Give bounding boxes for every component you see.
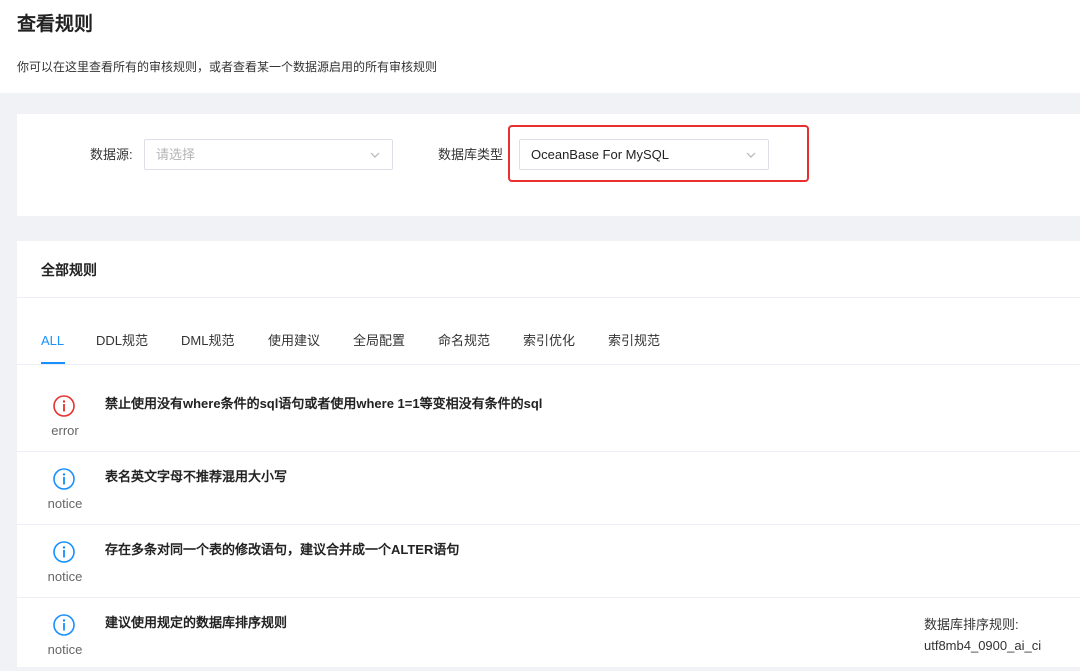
rule-row: notice 存在多条对同一个表的修改语句，建议合并成一个ALTER语句 xyxy=(17,525,1080,598)
chevron-down-icon xyxy=(370,152,380,158)
collation-label: 数据库排序规则: xyxy=(924,617,1019,632)
rule-description: 禁止使用没有where条件的sql语句或者使用where 1=1等变相没有条件的… xyxy=(105,396,543,411)
dbtype-label: 数据库类型 xyxy=(438,147,504,162)
datasource-select[interactable]: 请选择 xyxy=(144,139,393,170)
divider xyxy=(17,364,1080,365)
tab-global-config[interactable]: 全局配置 xyxy=(353,331,405,351)
rule-level: notice xyxy=(47,569,83,584)
dbtype-value: OceanBase For MySQL xyxy=(531,147,669,162)
page-title: 查看规则 xyxy=(17,14,94,35)
tab-naming[interactable]: 命名规范 xyxy=(438,331,490,351)
datasource-placeholder: 请选择 xyxy=(156,147,196,162)
rule-description: 存在多条对同一个表的修改语句，建议合并成一个ALTER语句 xyxy=(105,542,460,557)
rule-category-tabs: ALL DDL规范 DML规范 使用建议 全局配置 命名规范 索引优化 索引规范 xyxy=(41,331,1080,365)
rule-level: error xyxy=(51,423,79,438)
datasource-label: 数据源: xyxy=(90,147,133,162)
page-description: 你可以在这里查看所有的审核规则，或者查看某一个数据源启用的所有审核规则 xyxy=(17,60,438,74)
rule-row: notice 建议使用规定的数据库排序规则 数据库排序规则: utf8mb4_0… xyxy=(17,598,1080,671)
tab-usage-advice[interactable]: 使用建议 xyxy=(268,331,320,351)
info-circle-icon xyxy=(53,541,75,563)
error-circle-icon xyxy=(53,395,75,417)
page-header: 查看规则 你可以在这里查看所有的审核规则，或者查看某一个数据源启用的所有审核规则 xyxy=(0,0,1080,93)
tab-index-standard[interactable]: 索引规范 xyxy=(608,331,660,351)
rule-row: notice 表名英文字母不推荐混用大小写 xyxy=(17,452,1080,525)
tab-index-optimization[interactable]: 索引优化 xyxy=(523,331,575,351)
rules-title: 全部规则 xyxy=(41,262,97,278)
rule-collation-info: 数据库排序规则: utf8mb4_0900_ai_ci xyxy=(924,614,1041,656)
rule-description: 表名英文字母不推荐混用大小写 xyxy=(105,469,288,484)
tab-ddl[interactable]: DDL规范 xyxy=(96,331,148,351)
tab-all[interactable]: ALL xyxy=(41,331,64,351)
rule-level: notice xyxy=(47,496,83,511)
divider xyxy=(17,297,1080,298)
rule-row: error 禁止使用没有where条件的sql语句或者使用where 1=1等变… xyxy=(17,379,1080,452)
info-circle-icon xyxy=(53,614,75,636)
chevron-down-icon xyxy=(746,152,756,158)
dbtype-select[interactable]: OceanBase For MySQL xyxy=(519,139,769,170)
filter-card: 数据源: 请选择 数据库类型 OceanBase For MySQL xyxy=(17,114,1080,216)
tab-dml[interactable]: DML规范 xyxy=(181,331,234,351)
rules-card: 全部规则 ALL DDL规范 DML规范 使用建议 全局配置 命名规范 索引优化… xyxy=(17,241,1080,667)
collation-value: utf8mb4_0900_ai_ci xyxy=(924,638,1042,653)
rule-level: notice xyxy=(47,642,83,657)
info-circle-icon xyxy=(53,468,75,490)
rule-description: 建议使用规定的数据库排序规则 xyxy=(105,615,288,630)
